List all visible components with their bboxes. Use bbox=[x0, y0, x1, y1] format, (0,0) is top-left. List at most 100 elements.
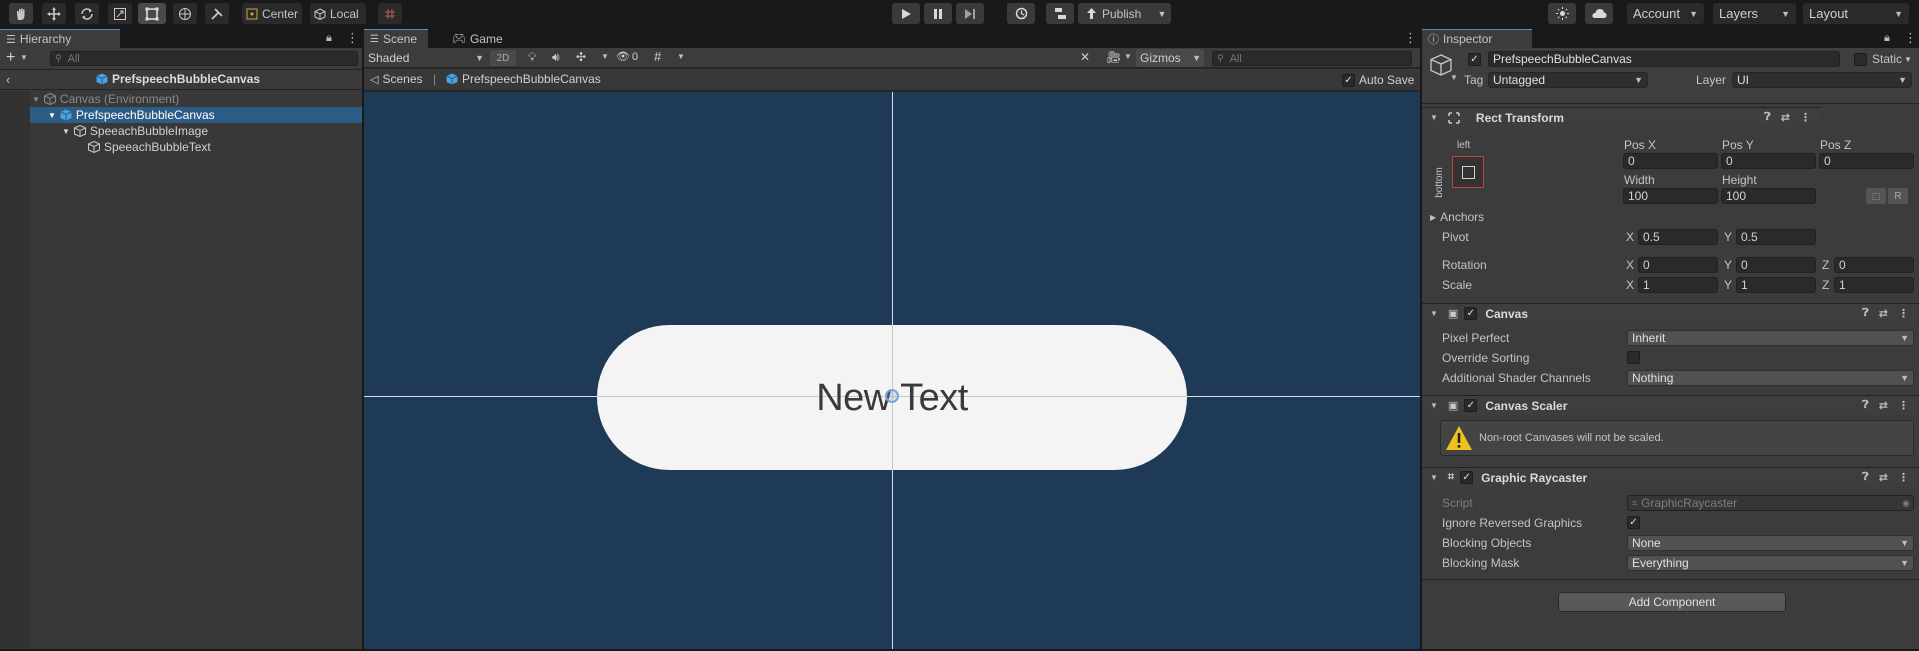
scale-z-field[interactable]: 1 bbox=[1834, 277, 1914, 293]
version-control-button[interactable] bbox=[1046, 3, 1074, 24]
kebab-menu-icon[interactable]: ⋮ bbox=[346, 30, 359, 46]
breadcrumb-scenes[interactable]: ◁ Scenes bbox=[370, 72, 423, 86]
pivot-x-field[interactable]: 0.5 bbox=[1638, 229, 1718, 245]
layers-dropdown[interactable]: Layers ▼ bbox=[1713, 3, 1796, 24]
hand-icon[interactable] bbox=[9, 3, 33, 24]
tree-item-speeachbubbletext[interactable]: SpeeachBubbleText bbox=[0, 139, 362, 155]
blocking-mask-dropdown[interactable]: Everything ▼ bbox=[1627, 555, 1914, 571]
raw-edit-button[interactable]: R bbox=[1888, 188, 1908, 204]
tab-game[interactable]: 🎮︎ Game bbox=[446, 29, 510, 48]
collab-history-button[interactable] bbox=[1007, 3, 1035, 24]
lock-icon[interactable]: 🔒︎ bbox=[326, 32, 332, 45]
shading-mode-dropdown[interactable]: Shaded ▼ bbox=[368, 49, 484, 67]
layout-dropdown[interactable]: Layout ▼ bbox=[1803, 3, 1909, 24]
grid-snap-icon[interactable] bbox=[378, 3, 402, 24]
canvas-header[interactable]: ▼ ▣ ✓ Canvas ❓︎ ⇄ ⋮ bbox=[1422, 303, 1919, 323]
tab-hierarchy[interactable]: ☰ Hierarchy bbox=[0, 29, 120, 48]
canvas-scaler-enabled-checkbox[interactable]: ✓ bbox=[1464, 399, 1478, 412]
scene-search-input[interactable]: ⚲ All bbox=[1212, 51, 1412, 66]
graphic-raycaster-header[interactable]: ▼ ⌗ ✓ Graphic Raycaster ❓︎ ⇄ ⋮ bbox=[1422, 467, 1919, 487]
lighting-icon[interactable]: 💡︎ bbox=[528, 50, 536, 65]
effects-icon[interactable]: ✣ bbox=[576, 50, 586, 64]
kebab-menu-icon[interactable]: ⋮ bbox=[1404, 30, 1417, 46]
object-name-field[interactable]: PrefspeechBubbleCanvas bbox=[1488, 51, 1840, 67]
rotation-y-field[interactable]: 0 bbox=[1736, 257, 1816, 273]
preset-icon[interactable]: ⇄ bbox=[1879, 307, 1888, 320]
anchor-preset-button[interactable] bbox=[1452, 156, 1484, 188]
back-arrow-icon[interactable]: ‹ bbox=[6, 72, 10, 87]
cloud-button[interactable] bbox=[1585, 3, 1613, 24]
help-icon[interactable]: ❓︎ bbox=[1764, 111, 1771, 124]
blueprint-mode-icon[interactable]: ⬚ bbox=[1866, 188, 1886, 204]
kebab-menu-icon[interactable]: ⋮ bbox=[1898, 399, 1909, 412]
preset-icon[interactable]: ⇄ bbox=[1879, 471, 1888, 484]
add-icon[interactable]: + bbox=[6, 49, 15, 67]
height-field[interactable]: 100 bbox=[1721, 188, 1816, 204]
pixel-perfect-dropdown[interactable]: Inherit ▼ bbox=[1627, 330, 1914, 346]
tag-dropdown[interactable]: Untagged ▼ bbox=[1488, 72, 1648, 88]
anchors-foldout[interactable]: ▶ Anchors bbox=[1430, 210, 1484, 224]
pause-button[interactable] bbox=[924, 3, 952, 24]
shader-channels-dropdown[interactable]: Nothing ▼ bbox=[1627, 370, 1914, 386]
active-checkbox[interactable]: ✓ bbox=[1468, 53, 1481, 66]
gameobject-icon[interactable] bbox=[1430, 54, 1452, 76]
kebab-menu-icon[interactable]: ⋮ bbox=[1898, 307, 1909, 320]
rect-transform-header[interactable]: ▼ Rect Transform ❓︎ ⇄ ⋮ bbox=[1422, 107, 1821, 127]
tab-scene[interactable]: ☰ Scene bbox=[364, 29, 428, 48]
breadcrumb-prefab[interactable]: PrefspeechBubbleCanvas bbox=[446, 72, 601, 86]
preset-icon[interactable]: ⇄ bbox=[1879, 399, 1888, 412]
tree-item-speeachbubbleimage[interactable]: ▼ SpeeachBubbleImage bbox=[0, 123, 362, 139]
chevron-down-icon[interactable]: ▼ bbox=[20, 53, 28, 62]
graphic-raycaster-enabled-checkbox[interactable]: ✓ bbox=[1460, 471, 1474, 484]
canvas-scaler-header[interactable]: ▼ ▣ ✓ Canvas Scaler ❓︎ ⇄ ⋮ bbox=[1422, 395, 1919, 415]
kebab-menu-icon[interactable]: ⋮ bbox=[1904, 30, 1917, 46]
rotation-z-field[interactable]: 0 bbox=[1834, 257, 1914, 273]
pivot-mode-button[interactable]: Center bbox=[242, 3, 302, 24]
camera-icon[interactable]: 🎥︎ bbox=[1106, 50, 1121, 64]
rect-icon[interactable] bbox=[138, 3, 166, 24]
override-sorting-checkbox[interactable] bbox=[1627, 351, 1640, 364]
publish-dropdown-button[interactable]: ▼ bbox=[1153, 3, 1171, 24]
ignore-reversed-checkbox[interactable]: ✓ bbox=[1627, 516, 1640, 529]
preset-icon[interactable]: ⇄ bbox=[1781, 111, 1790, 124]
auto-save-toggle[interactable]: ✓ Auto Save bbox=[1342, 73, 1414, 87]
chevron-down-icon[interactable]: ▼ bbox=[677, 52, 685, 61]
static-dropdown[interactable]: Static ▼ bbox=[1872, 52, 1912, 66]
custom-tool-icon[interactable] bbox=[205, 3, 229, 24]
chevron-down-icon[interactable]: ▼ bbox=[1450, 73, 1458, 82]
move-icon[interactable] bbox=[42, 3, 66, 24]
pivot-handle-icon[interactable] bbox=[885, 389, 899, 403]
scale-y-field[interactable]: 1 bbox=[1736, 277, 1816, 293]
tree-item-prefspeechbubblecanvas[interactable]: ▼ PrefspeechBubbleCanvas bbox=[0, 107, 362, 123]
blocking-objects-dropdown[interactable]: None ▼ bbox=[1627, 535, 1914, 551]
rotation-x-field[interactable]: 0 bbox=[1638, 257, 1718, 273]
help-icon[interactable]: ❓︎ bbox=[1862, 471, 1869, 484]
pos-z-field[interactable]: 0 bbox=[1819, 153, 1914, 169]
scale-icon[interactable] bbox=[108, 3, 132, 24]
scene-viewport[interactable]: New Text bbox=[364, 92, 1420, 649]
canvas-enabled-checkbox[interactable]: ✓ bbox=[1464, 307, 1478, 320]
step-button[interactable] bbox=[956, 3, 984, 24]
pos-y-field[interactable]: 0 bbox=[1721, 153, 1816, 169]
static-checkbox[interactable] bbox=[1854, 53, 1867, 66]
transform-icon[interactable] bbox=[173, 3, 197, 24]
scene-visibility-toggle[interactable]: 👁︎ 0 bbox=[616, 50, 638, 64]
tools-icon[interactable]: ✕ bbox=[1080, 50, 1090, 64]
grid-icon[interactable]: # bbox=[654, 49, 661, 64]
space-mode-button[interactable]: Local bbox=[310, 3, 366, 24]
publish-button[interactable]: Publish bbox=[1078, 3, 1158, 24]
toggle-2d-button[interactable]: 2D bbox=[490, 50, 516, 66]
add-component-button[interactable]: Add Component bbox=[1558, 592, 1786, 612]
hierarchy-search-input[interactable]: ⚲ All bbox=[50, 51, 358, 66]
chevron-down-icon[interactable]: ▼ bbox=[601, 52, 609, 61]
width-field[interactable]: 100 bbox=[1623, 188, 1718, 204]
tree-item-canvas-environment[interactable]: ▼ Canvas (Environment) bbox=[0, 91, 362, 107]
tab-inspector[interactable]: ⓘ Inspector bbox=[1422, 29, 1532, 48]
gizmos-dropdown[interactable]: Gizmos ▼ bbox=[1136, 49, 1204, 67]
play-button[interactable] bbox=[892, 3, 920, 24]
auto-save-checkbox[interactable]: ✓ bbox=[1342, 73, 1355, 87]
lock-icon[interactable]: 🔒︎ bbox=[1884, 32, 1890, 45]
services-button[interactable] bbox=[1548, 3, 1576, 24]
layer-dropdown[interactable]: UI ▼ bbox=[1732, 72, 1912, 88]
audio-icon[interactable]: 🔊︎ bbox=[552, 50, 560, 65]
